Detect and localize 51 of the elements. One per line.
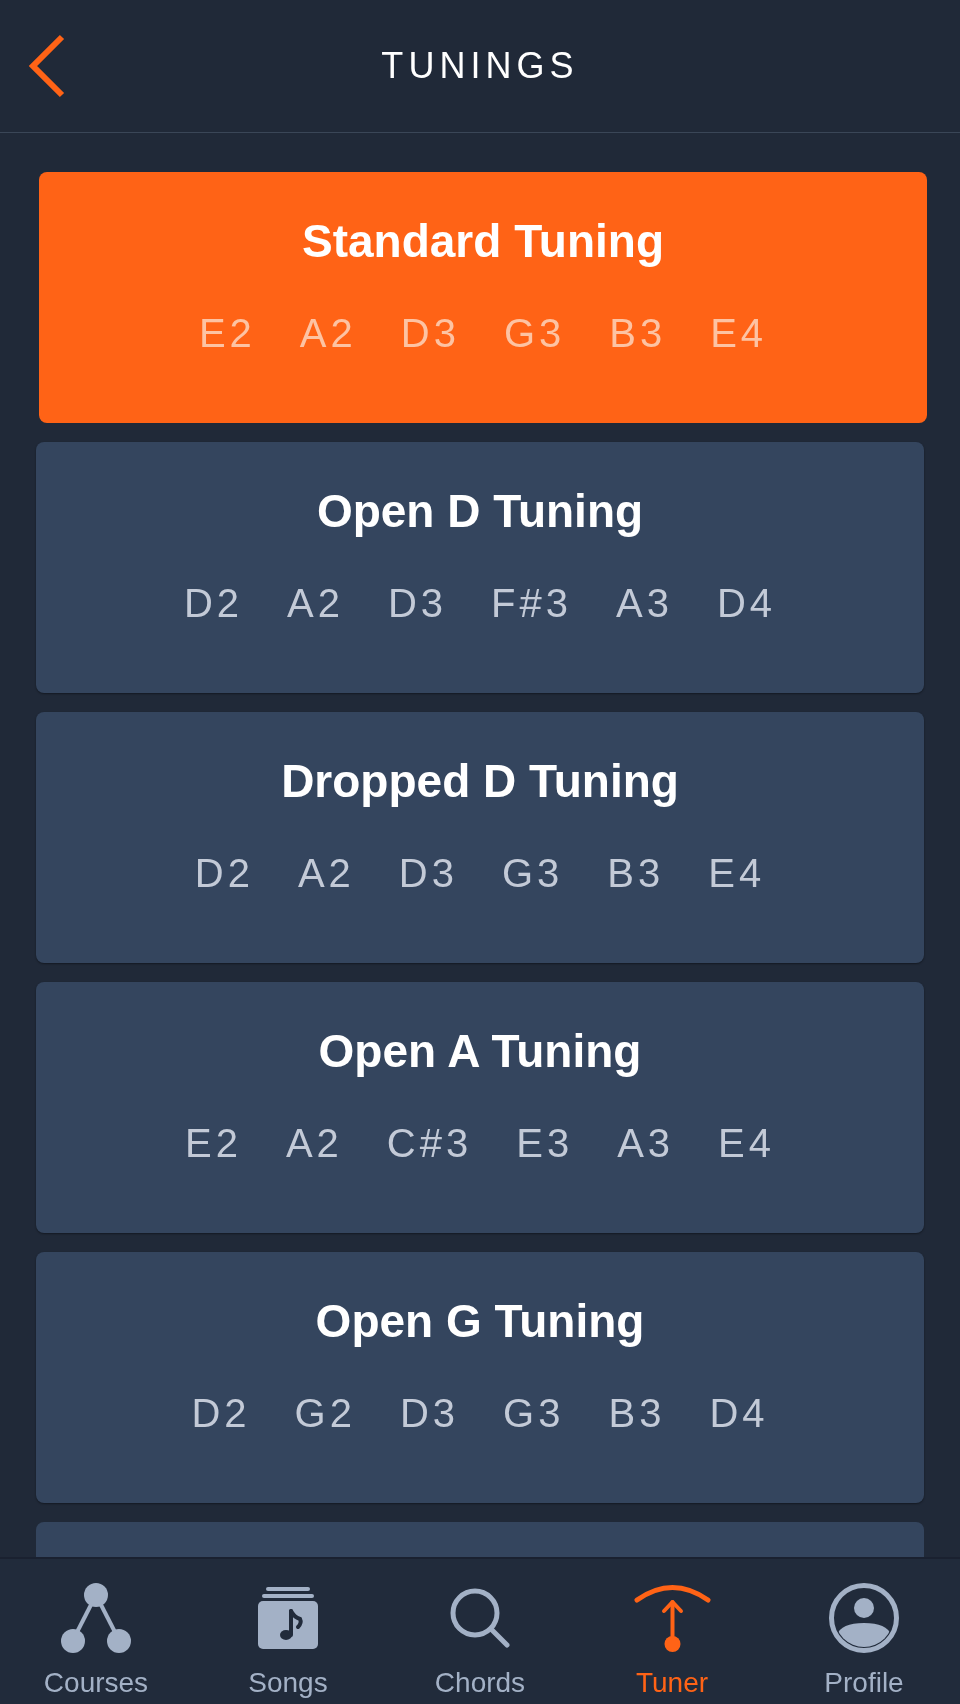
note-label: D3	[399, 1390, 460, 1437]
note-label: D3	[400, 310, 460, 357]
tab-button[interactable]: Profile	[768, 1559, 960, 1704]
tuning-card[interactable]: Dropped D Tuning D2 A2 D3 G3 B3 E4	[36, 712, 924, 963]
note-label: E2	[184, 1120, 242, 1167]
note-label: D4	[709, 1390, 769, 1437]
note-label: D2	[183, 580, 243, 627]
note-label: G3	[503, 1390, 565, 1437]
tuning-name: Standard Tuning	[302, 214, 664, 269]
tuning-card[interactable]: Open A Tuning E2 A2 C#3 E3 A3 E4	[36, 982, 924, 1233]
back-chevron-icon	[26, 34, 66, 98]
note-label: F#3	[491, 580, 573, 627]
note-label: G3	[502, 850, 564, 897]
note-label: D3	[387, 580, 448, 627]
note-label: G3	[503, 310, 566, 357]
note-label: A2	[297, 850, 355, 897]
note-label: B3	[607, 850, 665, 897]
tuning-card[interactable]: Open G Tuning D2 G2 D3 G3 B3 D4	[36, 1252, 924, 1503]
tab-button[interactable]: Courses	[0, 1559, 192, 1704]
note-label: A2	[299, 310, 357, 357]
note-label: E4	[708, 850, 766, 897]
note-label: E4	[718, 1120, 776, 1167]
note-label: D2	[194, 850, 254, 897]
tuner-needle-icon	[633, 1583, 711, 1653]
note-label: C#3	[386, 1120, 473, 1167]
note-label: A3	[617, 1120, 675, 1167]
note-label: A2	[285, 1120, 343, 1167]
tuning-name: Open D Tuning	[316, 484, 644, 539]
tuning-name: Dropped D Tuning	[281, 754, 679, 809]
music-album-icon	[258, 1587, 318, 1649]
note-label: B3	[609, 310, 667, 357]
tab-button[interactable]: Tuner	[576, 1559, 768, 1704]
note-label: E4	[710, 310, 768, 357]
user-profile-icon	[829, 1583, 899, 1653]
note-label: D2	[191, 1390, 251, 1437]
screen-title: TUNINGS	[381, 44, 579, 88]
note-label: D3	[398, 850, 458, 897]
note-label: A3	[616, 580, 673, 627]
tuning-card[interactable]: Open D Tuning D2 A2 D3 F#3 A3 D4	[36, 442, 924, 693]
search-icon	[449, 1587, 511, 1649]
tuning-name: Open A Tuning	[318, 1024, 642, 1079]
tab-button[interactable]: Chords	[384, 1559, 576, 1704]
note-label: E3	[516, 1120, 574, 1167]
nodes-icon	[61, 1583, 131, 1653]
tuning-name: Open G Tuning	[315, 1294, 645, 1349]
note-label: G2	[294, 1390, 356, 1437]
note-label: B3	[608, 1390, 666, 1437]
tab-button[interactable]: Songs	[192, 1559, 384, 1704]
note-label: D4	[716, 580, 777, 627]
note-label: E2	[198, 310, 256, 357]
note-label: A2	[287, 580, 344, 627]
